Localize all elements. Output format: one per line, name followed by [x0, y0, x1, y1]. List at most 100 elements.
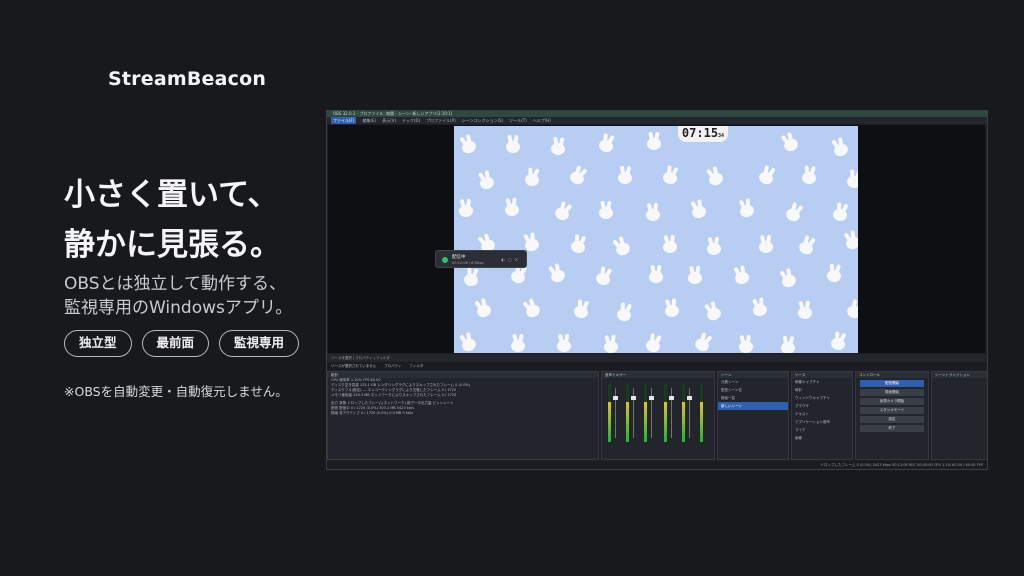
- no-source-label: ソースが選択されていません: [331, 364, 377, 368]
- obs-preview[interactable]: 07:1534 配信中 00:12:06 / 6 Mbps ◐▢✕: [328, 125, 985, 353]
- widget-controls-icon[interactable]: ◐▢✕: [501, 257, 521, 262]
- tag-monitor-only: 監視専用: [219, 330, 300, 357]
- streambeacon-widget[interactable]: 配信中 00:12:06 / 6 Mbps ◐▢✕: [435, 250, 527, 268]
- volume-fader[interactable]: [613, 388, 618, 438]
- menu-file[interactable]: ファイル(F): [331, 117, 357, 124]
- controls-dock: コントロール 配信開始 録画開始 仮想カメラ開始 スタジオモード 設定 終了: [855, 371, 929, 460]
- volume-meter: [608, 384, 611, 442]
- tag-standalone: 独立型: [64, 330, 132, 357]
- bunny-pattern-icon: [826, 269, 842, 283]
- studio-mode-button[interactable]: スタジオモード: [860, 407, 924, 414]
- audio-mixer-dock: 音声ミキサー: [601, 371, 715, 460]
- source-item[interactable]: ブラウザ: [792, 402, 852, 410]
- clock-overlay: 07:1534: [678, 126, 728, 142]
- menu-view[interactable]: 表示(V): [382, 117, 396, 124]
- bunny-pattern-icon: [617, 172, 632, 185]
- bunny-pattern-icon: [688, 271, 703, 284]
- menu-profile[interactable]: プロファイル(P): [426, 117, 456, 124]
- start-recording-button[interactable]: 録画開始: [860, 389, 924, 396]
- bunny-pattern-icon: [751, 302, 768, 318]
- bunny-pattern-icon: [831, 141, 850, 159]
- bunny-pattern-icon: [758, 240, 774, 253]
- start-streaming-button[interactable]: 配信開始: [860, 380, 924, 387]
- bunny-pattern-icon: [505, 140, 520, 153]
- bunny-pattern-icon: [597, 137, 615, 154]
- bunny-pattern-icon: [797, 306, 813, 320]
- source-item[interactable]: マイク: [792, 426, 852, 434]
- bunny-pattern-icon: [474, 303, 493, 320]
- volume-meter: [664, 384, 667, 442]
- bunny-pattern-icon: [524, 173, 541, 188]
- clock-time: 07:15: [681, 126, 719, 140]
- menu-help[interactable]: ヘルプ(H): [533, 117, 551, 124]
- bunny-pattern-icon: [690, 203, 707, 220]
- source-item[interactable]: 画像: [792, 434, 852, 442]
- bunny-pattern-icon: [598, 206, 613, 219]
- source-item[interactable]: アプリケーション音声: [792, 418, 852, 426]
- bunny-pattern-icon: [780, 341, 795, 353]
- obs-statusbar: ドロップしたフレーム 0 (0.0%) 5423 kbps 00:12:06 R…: [327, 461, 987, 469]
- bunny-pattern-icon: [615, 307, 632, 322]
- bunny-pattern-icon: [846, 174, 858, 189]
- scene-item[interactable]: 録画一覧: [718, 394, 788, 402]
- exit-button[interactable]: 終了: [860, 425, 924, 432]
- subtitle-line-1: OBSとは独立して動作する、: [64, 274, 287, 294]
- bunny-pattern-icon: [644, 338, 662, 353]
- bunny-pattern-icon: [509, 269, 527, 286]
- volume-fader[interactable]: [649, 388, 654, 438]
- menu-edit[interactable]: 編集(E): [362, 117, 376, 124]
- scene-item[interactable]: 配信シーン名: [718, 386, 788, 394]
- obs-menubar: ファイル(F) 編集(E) 表示(V) ドック(D) プロファイル(P) シーン…: [327, 117, 987, 124]
- bunny-pattern-icon: [704, 305, 723, 323]
- source-item[interactable]: ウィンドウキャプチャ: [792, 394, 852, 402]
- properties-button[interactable]: プロパティ: [384, 362, 401, 370]
- volume-fader[interactable]: [687, 388, 692, 438]
- subtitle-line-2: 監視専用のWindowsアプリ。: [64, 298, 293, 318]
- filters-button[interactable]: フィルタ: [409, 362, 423, 370]
- bunny-pattern-icon: [594, 271, 612, 288]
- source-item[interactable]: 映像キャプチャ: [792, 378, 852, 386]
- virtual-camera-button[interactable]: 仮想カメラ開始: [860, 398, 924, 405]
- bunny-pattern-icon: [781, 136, 800, 154]
- stats-row: メモリ使用量 240.3 MB ネットワークによりスキップされたフレーム 0 /…: [331, 393, 457, 397]
- obs-tabstrip: ソース未選択 | プロパティ | フィルタ: [327, 354, 987, 362]
- bunny-pattern-icon: [661, 170, 679, 186]
- settings-button[interactable]: 設定: [860, 416, 924, 423]
- bunny-pattern-icon: [844, 235, 858, 252]
- clock-seconds: 34: [718, 133, 725, 139]
- sources-dock: ソース 映像キャプチャ 時計 ウィンドウキャプチャ ブラウザ テキスト アプリケ…: [791, 371, 853, 460]
- transitions-dock: シーントランジション: [931, 371, 987, 460]
- source-item[interactable]: 時計: [792, 386, 852, 394]
- stats-row: 録画 非アクティブ 0 / 1720 (0.0%) 0.0 MB 0 kb/s: [331, 411, 414, 415]
- menu-docks[interactable]: ドック(D): [402, 117, 420, 124]
- bunny-pattern-icon: [757, 170, 776, 187]
- headline: 小さく置いて、 静かに見張る。: [64, 170, 281, 270]
- bunny-pattern-icon: [829, 336, 847, 352]
- mixer-dock-title: 音声ミキサー: [602, 372, 714, 378]
- scene-item[interactable]: 元素シーン: [718, 378, 788, 386]
- bunny-pattern-icon: [568, 169, 587, 187]
- menu-scene-collection[interactable]: シーンコレクション(S): [462, 117, 503, 124]
- preview-canvas: 07:1534: [454, 126, 858, 353]
- stats-dock: 統計 CPU 使用率 1.10% FPS 60.00 ディスク空き容量 125.…: [327, 371, 599, 460]
- source-item[interactable]: テキスト: [792, 410, 852, 418]
- menu-tools[interactable]: ツール(T): [509, 117, 527, 124]
- volume-fader[interactable]: [669, 388, 674, 438]
- scene-item-selected[interactable]: 新しいシーン: [718, 402, 788, 410]
- volume-fader[interactable]: [631, 388, 636, 438]
- bunny-pattern-icon: [648, 270, 663, 283]
- bunny-pattern-icon: [477, 174, 496, 191]
- bunny-pattern-icon: [738, 340, 754, 353]
- bunny-pattern-icon: [569, 239, 587, 255]
- transitions-dock-title: シーントランジション: [932, 372, 987, 378]
- bunny-pattern-icon: [458, 204, 474, 218]
- bunny-pattern-icon: [832, 207, 849, 223]
- widget-status: 配信中: [452, 255, 466, 260]
- bunny-pattern-icon: [603, 340, 619, 353]
- bunny-pattern-icon: [553, 205, 572, 223]
- volume-meter: [700, 384, 703, 442]
- volume-meter: [644, 384, 647, 442]
- bunny-pattern-icon: [780, 272, 799, 289]
- status-dot-icon: [442, 257, 448, 263]
- bunny-pattern-icon: [504, 203, 520, 217]
